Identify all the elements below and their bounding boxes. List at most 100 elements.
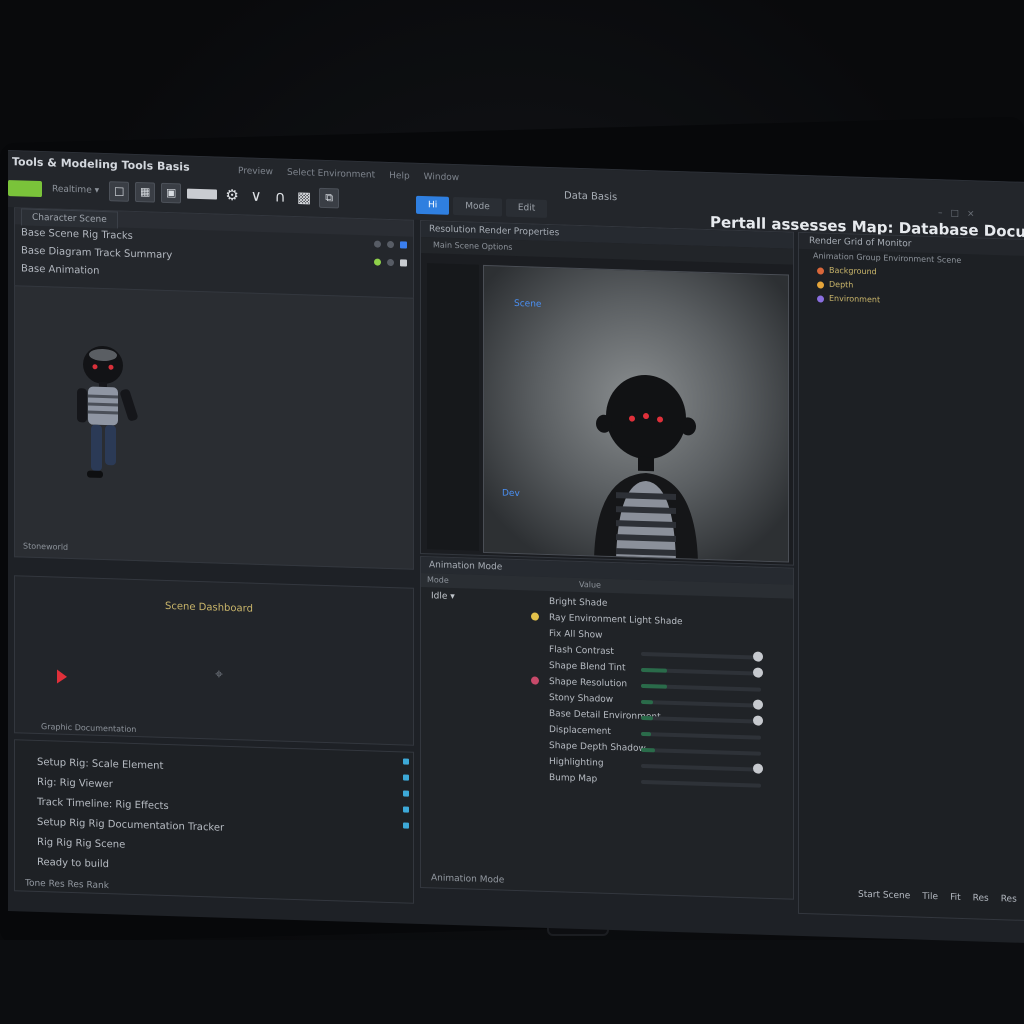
layer-color-icon <box>817 267 824 275</box>
select-icon[interactable] <box>400 259 407 267</box>
mode-select[interactable]: Realtime ▾ <box>48 184 103 196</box>
property-slider[interactable] <box>641 731 761 740</box>
monitor-photo-scene: Tools & Modeling Tools Basis Preview Sel… <box>0 0 1024 1024</box>
view-tabs: Hi Mode Edit <box>416 195 548 218</box>
crosshair-icon: ⌖ <box>215 666 223 683</box>
console-indicators <box>403 758 409 829</box>
character-figure <box>77 345 138 478</box>
status-item[interactable]: Res <box>1001 894 1017 905</box>
property-label: Shape Depth Shadow <box>549 741 646 755</box>
property-label: Shape Blend Tint <box>549 661 626 674</box>
property-slider[interactable] <box>641 699 763 710</box>
menu-item-window[interactable]: Window <box>424 172 460 183</box>
column-value: Value <box>579 579 601 590</box>
property-slider[interactable] <box>641 763 763 774</box>
status-item[interactable]: Fit <box>950 893 961 903</box>
preview-sidebar <box>427 263 479 551</box>
mode-value[interactable]: Idle ▾ <box>431 591 455 602</box>
character-portrait <box>594 375 698 563</box>
property-label: Highlighting <box>549 757 604 769</box>
tab-mode[interactable]: Mode <box>453 196 502 217</box>
property-slider[interactable] <box>641 779 761 788</box>
indicator-icon <box>403 790 409 797</box>
slider-fill <box>641 747 656 753</box>
menu-item-environment[interactable]: Select Environment <box>287 168 375 181</box>
maximize-icon[interactable]: □ <box>951 209 960 219</box>
property-icon <box>531 612 539 621</box>
toolbar: Realtime ▾ □ ▦ ▣ ⚙ ∨ ∩ ▩ ⧉ <box>8 175 408 214</box>
window-controls: – □ × <box>938 208 975 219</box>
camera-icon[interactable]: ▩ <box>295 188 313 207</box>
visibility-icon[interactable] <box>374 240 381 248</box>
property-label: Stony Shadow <box>549 693 614 706</box>
new-file-icon[interactable]: □ <box>109 181 130 202</box>
move-tool-icon[interactable]: ∨ <box>247 187 265 206</box>
slider-knob[interactable] <box>753 651 763 662</box>
status-item[interactable]: Res <box>973 893 989 904</box>
minimize-icon[interactable]: – <box>938 208 943 218</box>
inspector-footer: Animation Mode <box>431 873 505 886</box>
graph-footer: Graphic Documentation <box>41 722 137 735</box>
slider-knob[interactable] <box>753 699 763 710</box>
slider-knob[interactable] <box>753 715 763 726</box>
tab-hi[interactable]: Hi <box>416 195 450 215</box>
render-preview-panel: Resolution Render Properties Main Scene … <box>420 219 794 566</box>
play-button[interactable] <box>8 180 42 198</box>
property-label: Displacement <box>549 725 611 737</box>
property-slider[interactable] <box>641 747 761 756</box>
outliner-row-label: Base Diagram Track Summary <box>21 245 173 262</box>
bar-icon[interactable] <box>187 188 218 200</box>
lock-icon[interactable] <box>387 258 394 267</box>
slider-fill <box>641 731 651 737</box>
slider-fill <box>641 683 668 689</box>
indicator-icon <box>403 822 409 829</box>
menu-item-help[interactable]: Help <box>389 171 410 182</box>
property-label: Shape Resolution <box>549 677 628 690</box>
layer-color-icon <box>817 295 824 303</box>
slider-knob[interactable] <box>753 667 763 678</box>
image-icon[interactable]: ▣ <box>161 182 182 204</box>
character-viewport[interactable]: Stoneworld <box>14 285 414 570</box>
close-icon[interactable]: × <box>967 209 975 219</box>
property-label: Bright Shade <box>549 597 608 609</box>
layer-label: Depth <box>829 279 854 290</box>
outliner-panel: Character Scene Base Scene Rig Tracks Ba… <box>14 207 414 300</box>
menu-bar: Preview Select Environment Help Window <box>238 166 459 183</box>
menu-item-preview[interactable]: Preview <box>238 166 273 177</box>
lock-icon[interactable] <box>387 240 394 249</box>
export-icon[interactable]: ⧉ <box>319 187 340 209</box>
settings-icon[interactable]: ⚙ <box>223 186 241 205</box>
select-icon[interactable] <box>400 241 407 249</box>
sculpt-icon[interactable]: ∩ <box>271 187 289 206</box>
canvas-tag-top: Scene <box>514 298 542 310</box>
slider-fill <box>641 715 653 721</box>
active-icon[interactable] <box>374 258 381 266</box>
outliner-row-label: Base Scene Rig Tracks <box>21 227 133 242</box>
outliner-row-label: Base Animation <box>21 263 100 277</box>
property-slider[interactable] <box>641 651 763 662</box>
monitor-screen: Tools & Modeling Tools Basis Preview Sel… <box>8 150 1024 943</box>
indicator-icon <box>403 758 409 765</box>
slider-fill <box>641 667 668 673</box>
app-title: Tools & Modeling Tools Basis <box>12 155 190 174</box>
graph-panel[interactable]: Scene Dashboard ⌖ Graphic Documentation <box>14 575 414 746</box>
property-slider[interactable] <box>641 683 761 692</box>
viewport-label: Stoneworld <box>23 541 69 552</box>
property-label: Fix All Show <box>549 629 603 641</box>
property-slider[interactable] <box>641 667 763 678</box>
slider-fill <box>641 699 653 705</box>
center-title: Data Basis <box>564 190 618 204</box>
layers-panel: Render Grid of Monitor Animation Group E… <box>798 231 1024 921</box>
keyframe-marker-icon[interactable] <box>57 670 67 684</box>
status-item[interactable]: Start Scene <box>858 890 910 902</box>
property-label: Ray Environment Light Shade <box>549 613 683 628</box>
tab-edit[interactable]: Edit <box>505 198 548 218</box>
render-canvas[interactable]: Scene Dev <box>483 264 789 563</box>
status-item[interactable]: Tile <box>922 892 938 902</box>
grid-icon[interactable]: ▦ <box>135 181 156 203</box>
slider-knob[interactable] <box>753 763 763 774</box>
console-footer: Tone Res Res Rank <box>25 878 109 892</box>
indicator-icon <box>403 774 409 781</box>
property-label: Bump Map <box>549 773 598 785</box>
graph-title: Scene Dashboard <box>165 600 253 615</box>
